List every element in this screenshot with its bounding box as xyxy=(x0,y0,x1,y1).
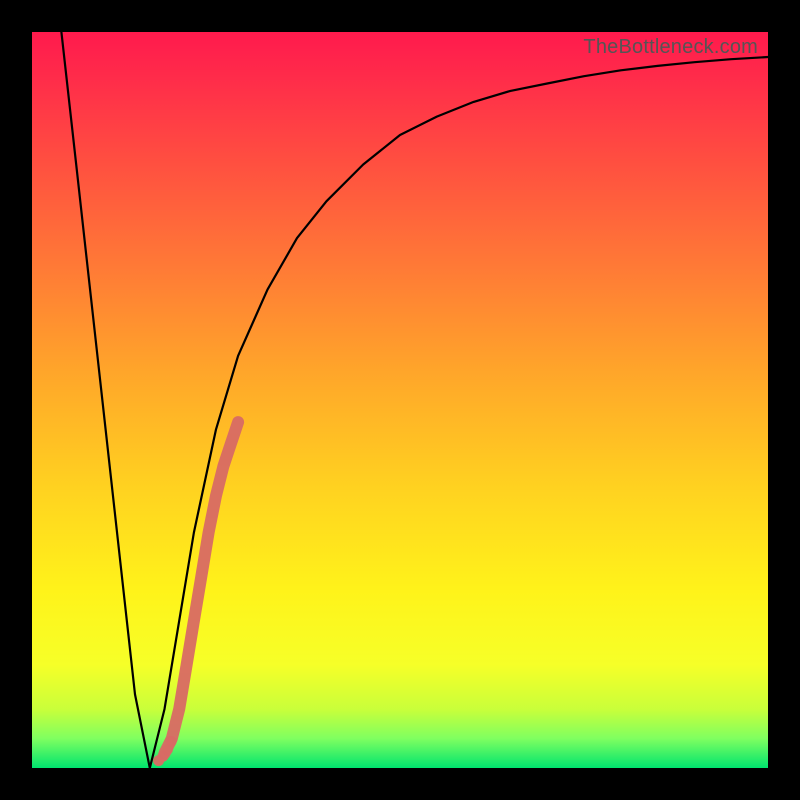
highlight-segment xyxy=(153,422,238,766)
chart-svg xyxy=(32,32,768,768)
chart-frame: TheBottleneck.com xyxy=(0,0,800,800)
bottleneck-curve xyxy=(61,32,768,768)
watermark-text: TheBottleneck.com xyxy=(583,36,758,59)
plot-area: TheBottleneck.com xyxy=(32,32,768,768)
